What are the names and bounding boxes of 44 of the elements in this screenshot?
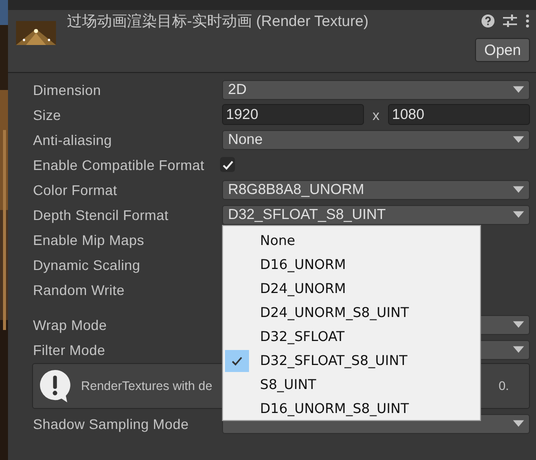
menu-item[interactable]: None xyxy=(223,229,480,253)
dropdown[interactable]: 2D xyxy=(222,80,530,100)
caret-icon xyxy=(513,321,524,328)
dropdown[interactable]: R8G8B8A8_UNORM xyxy=(222,180,530,200)
warning-icon xyxy=(39,369,71,403)
field-label: Dimension xyxy=(33,82,102,98)
field-label: Wrap Mode xyxy=(33,316,108,332)
help-icon[interactable] xyxy=(481,14,495,28)
more-icon[interactable] xyxy=(525,14,530,28)
dropdown[interactable]: D32_SFLOAT_S8_UINT xyxy=(222,204,530,224)
caret-icon xyxy=(513,186,524,193)
help-text: 0. xyxy=(498,379,509,393)
field-label: Shadow Sampling Mode xyxy=(33,416,190,432)
dropdown[interactable]: None xyxy=(222,130,530,150)
asset-title: 过场动画渲染目标-实时动画 (Render Texture) xyxy=(67,12,370,30)
caret-icon xyxy=(513,211,524,218)
menu-item[interactable]: D32_SFLOAT xyxy=(223,325,480,349)
menu-item[interactable]: D16_UNORM xyxy=(223,253,480,277)
height-field[interactable]: 1080 xyxy=(388,104,530,125)
width-field[interactable]: 1920 xyxy=(222,104,364,125)
field-label: Depth Stencil Format xyxy=(33,206,170,222)
menu-item[interactable]: D24_UNORM xyxy=(223,277,480,301)
help-text: RenderTextures with de xyxy=(81,379,212,393)
sliders-icon[interactable] xyxy=(503,14,517,28)
caret-icon xyxy=(513,346,524,353)
caret-icon xyxy=(513,136,524,143)
field-label: Enable Mip Maps xyxy=(33,232,146,248)
field-label: Dynamic Scaling xyxy=(33,256,142,272)
open-button[interactable]: Open xyxy=(475,38,530,62)
field-label: Size xyxy=(33,106,62,122)
field-label: Enable Compatible Format xyxy=(33,156,206,172)
field-label: Anti-aliasing xyxy=(33,132,113,148)
field-label: Random Write xyxy=(33,282,126,298)
checkbox[interactable] xyxy=(220,157,235,172)
check-icon xyxy=(230,354,244,368)
menu-item[interactable]: S8_UINT xyxy=(223,373,480,397)
caret-icon xyxy=(513,86,524,93)
menu-item[interactable]: D32_SFLOAT_S8_UINT xyxy=(223,349,480,373)
field-label: Filter Mode xyxy=(33,342,106,358)
menu-item[interactable]: D16_UNORM_S8_UINT xyxy=(223,397,480,421)
field-label: Color Format xyxy=(33,182,118,198)
caret-icon xyxy=(513,420,524,427)
menu-item[interactable]: D24_UNORM_S8_UINT xyxy=(223,301,480,325)
size-separator: x xyxy=(372,106,380,122)
